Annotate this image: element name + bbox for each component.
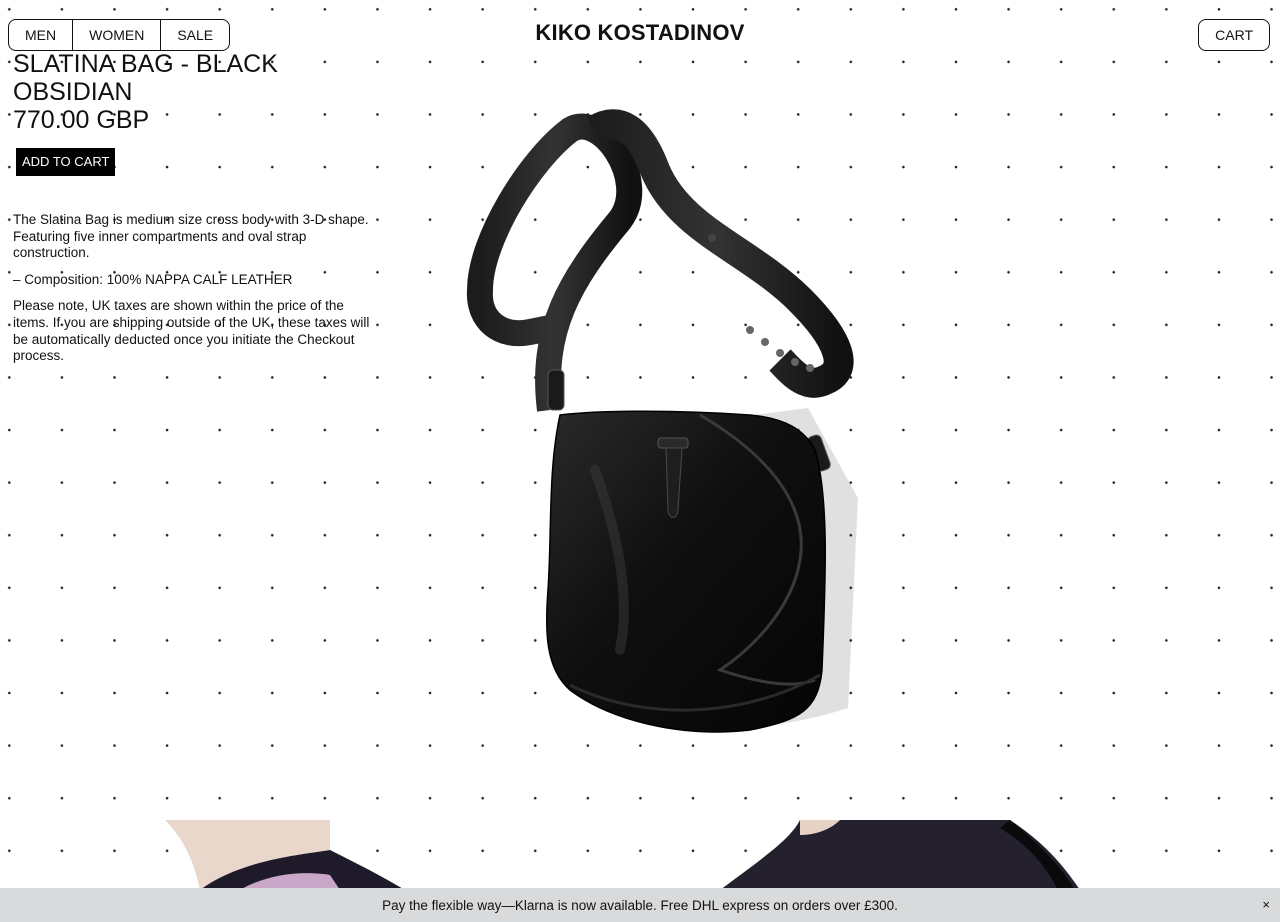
close-icon[interactable]: × bbox=[1262, 897, 1270, 912]
gallery-thumbnails bbox=[165, 820, 1080, 890]
promo-text: Pay the flexible way—Klarna is now avail… bbox=[382, 897, 898, 913]
description-text: The Slatina Bag is medium size cross bod… bbox=[13, 212, 369, 261]
promo-banner: Pay the flexible way—Klarna is now avail… bbox=[0, 888, 1280, 922]
bag-illustration bbox=[466, 109, 858, 733]
product-price: 770.00 GBP bbox=[13, 106, 150, 134]
gallery-preview[interactable] bbox=[0, 820, 1280, 890]
product-title: SLATINA BAG - BLACK OBSIDIAN bbox=[13, 50, 278, 106]
tax-note-text: Please note, UK taxes are shown within t… bbox=[13, 298, 370, 364]
composition-text: – Composition: 100% NAPPA CALF LEATHER bbox=[13, 271, 293, 287]
brand-logo[interactable]: KIKO KOSTADINOV bbox=[0, 20, 1280, 46]
cart-button[interactable]: CART bbox=[1198, 19, 1270, 51]
add-to-cart-button[interactable]: ADD TO CART bbox=[16, 148, 116, 176]
product-image[interactable] bbox=[420, 70, 900, 770]
product-description: The Slatina Bag is medium size cross bod… bbox=[13, 212, 373, 365]
product-info: SLATINA BAG - BLACK OBSIDIAN 770.00 GBP … bbox=[13, 50, 373, 375]
